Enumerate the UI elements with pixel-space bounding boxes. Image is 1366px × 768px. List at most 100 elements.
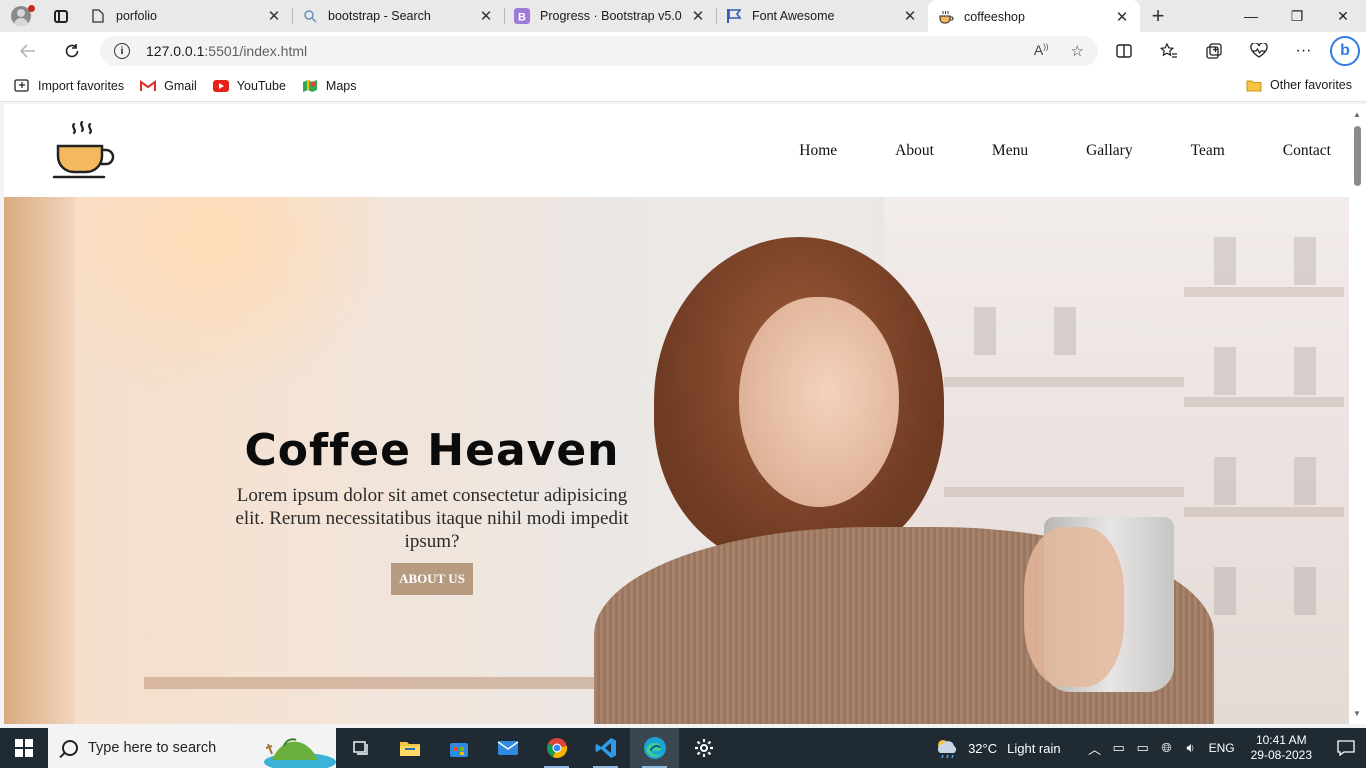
collections-icon[interactable] [1191,43,1236,59]
tab-porfolio[interactable]: porfolio ✕ [80,0,292,32]
close-icon[interactable]: ✕ [690,7,706,25]
other-favorites[interactable]: Other favorites [1246,78,1352,92]
favorite-label: YouTube [236,78,286,93]
read-aloud-icon[interactable]: A)) [1034,42,1049,60]
nav-about[interactable]: About [895,142,934,160]
close-icon[interactable]: ✕ [1114,8,1130,26]
hero-content: Coffee Heaven Lorem ipsum dolor sit amet… [232,425,632,595]
tab-title: Progress · Bootstrap v5.0 [540,9,682,23]
nav-home[interactable]: Home [799,142,837,160]
performance-icon[interactable] [1236,43,1281,59]
clock[interactable]: 10:41 AM 29-08-2023 [1251,733,1312,763]
import-icon [14,78,30,93]
browser-toolbar: i 127.0.0.1:5501/index.html A)) ☆ ··· b [0,32,1366,70]
about-us-button[interactable]: ABOUT US [391,563,473,595]
nav-team[interactable]: Team [1191,142,1225,160]
profile-button[interactable] [0,0,42,32]
favorite-import[interactable]: Import favorites [14,79,124,93]
edge-button[interactable] [630,728,679,768]
hero-section: Coffee Heaven Lorem ipsum dolor sit amet… [4,197,1349,724]
tab-strip: porfolio ✕ bootstrap - Search ✕ B Progre… [0,0,1366,33]
new-tab-button[interactable]: + [1140,0,1176,32]
bing-chat-icon[interactable]: b [1330,36,1360,66]
nav-contact[interactable]: Contact [1283,142,1331,160]
site-menu: Home About Menu Gallary Team Contact [741,142,1331,160]
nav-menu[interactable]: Menu [992,142,1028,160]
mail-button[interactable] [483,728,532,768]
task-view-button[interactable] [336,728,385,768]
taskbar-search[interactable]: Type here to search [48,728,336,768]
hero-title: Coffee Heaven [244,425,620,476]
coffee-logo-icon[interactable] [52,120,116,182]
language-indicator[interactable]: ENG [1209,741,1235,755]
flag-icon [726,8,742,24]
file-explorer-button[interactable] [385,728,434,768]
close-icon[interactable]: ✕ [478,7,494,25]
weather-widget[interactable]: 32°C Light rain [934,737,1061,759]
minimize-icon[interactable]: — [1228,0,1274,32]
battery-icon[interactable]: ▭ [1131,740,1155,756]
split-screen-icon[interactable] [1101,44,1146,58]
scroll-down-icon[interactable]: ▼ [1353,709,1361,718]
tab-bootstrap-progress[interactable]: B Progress · Bootstrap v5.0 ✕ [504,0,716,32]
chevron-up-icon[interactable]: ︿ [1083,739,1107,758]
other-favorites-label: Other favorites [1270,78,1352,92]
clock-time: 10:41 AM [1255,733,1307,747]
svg-text:B: B [518,12,526,24]
tab-actions-button[interactable] [42,0,80,32]
chrome-icon [546,738,567,758]
tab-bootstrap-search[interactable]: bootstrap - Search ✕ [292,0,504,32]
favorite-label: Maps [325,78,357,93]
tab-title: Font Awesome [752,9,835,23]
youtube-icon [212,79,229,93]
tab-coffeeshop[interactable]: coffeeshop ✕ [928,0,1140,33]
close-icon[interactable]: ✕ [266,7,282,25]
scrollbar-thumb[interactable] [1354,126,1361,186]
page-scrollbar[interactable]: ▲ ▼ [1349,104,1366,724]
vscode-icon [595,738,616,758]
maps-icon [302,79,318,93]
favorite-youtube[interactable]: YouTube [212,78,286,93]
nav-gallary[interactable]: Gallary [1086,142,1132,160]
store-button[interactable] [434,728,483,768]
favorite-gmail[interactable]: Gmail [140,79,197,93]
scroll-up-icon[interactable]: ▲ [1353,110,1361,119]
tab-title: coffeeshop [964,9,1025,24]
vscode-button[interactable] [581,728,630,768]
notification-dot [28,5,35,12]
window-controls: — ❐ ✕ [1228,0,1366,32]
favorites-icon[interactable] [1146,43,1191,59]
clock-date: 29-08-2023 [1250,748,1312,762]
system-tray: 32°C Light rain ︿ ▭ ▭ 🌐︎ 🔉︎ ENG 10:41 AM… [934,728,1366,768]
url-host: 127.0.0.1 [146,43,205,59]
chrome-button[interactable] [532,728,581,768]
refresh-icon [65,44,79,58]
weather-desc: Light rain [1007,740,1061,756]
notifications-button[interactable] [1326,740,1366,756]
info-icon[interactable]: i [114,43,130,59]
favorite-maps[interactable]: Maps [302,79,357,93]
search-icon [302,8,318,24]
close-window-icon[interactable]: ✕ [1320,0,1366,32]
store-icon [449,743,468,757]
mail-icon [497,741,518,755]
refresh-button[interactable] [52,35,92,67]
close-icon[interactable]: ✕ [902,7,918,25]
more-options-icon[interactable]: ··· [1281,42,1326,60]
tab-title: porfolio [116,9,157,23]
favorites-bar: Import favorites Gmail YouTube Maps Othe… [0,70,1366,102]
rain-cloud-icon [938,740,957,759]
device-icon[interactable]: ▭ [1107,740,1131,756]
search-icon [62,740,78,756]
address-bar[interactable]: i 127.0.0.1:5501/index.html A)) ☆ [100,36,1098,66]
restore-icon[interactable]: ❐ [1274,0,1320,32]
settings-button[interactable] [679,728,728,768]
taskbar-search-placeholder: Type here to search [88,740,217,756]
favorite-star-icon[interactable]: ☆ [1071,42,1084,60]
tab-font-awesome[interactable]: Font Awesome ✕ [716,0,928,32]
start-button[interactable] [0,728,48,768]
back-button[interactable] [8,35,48,67]
volume-icon[interactable]: 🔉︎ [1179,740,1203,756]
globe-icon[interactable]: 🌐︎ [1155,740,1179,756]
page-icon [90,8,106,24]
